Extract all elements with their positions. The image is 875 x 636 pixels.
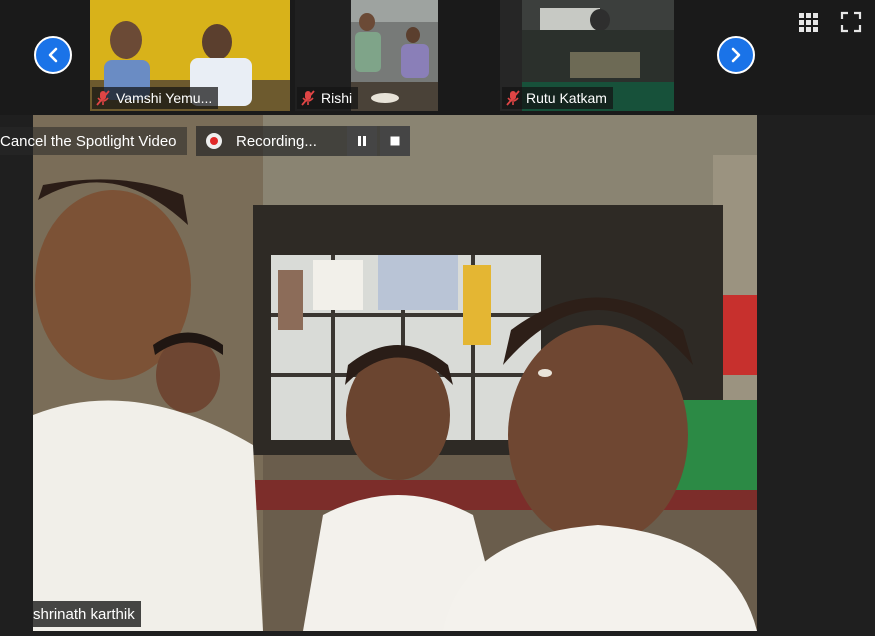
- pause-icon: [357, 136, 366, 146]
- participant-tile-3[interactable]: Rutu Katkam: [500, 0, 674, 111]
- recording-indicator: Recording...: [196, 126, 410, 156]
- participant-tile-1[interactable]: Vamshi Yemu...: [90, 0, 290, 111]
- mic-muted-icon: [96, 90, 110, 106]
- pause-recording-button[interactable]: [346, 126, 377, 156]
- speaker-name: shrinath karthik: [33, 605, 135, 623]
- participant-name-tag: Rutu Katkam: [502, 87, 613, 109]
- participant-name-tag: Vamshi Yemu...: [92, 87, 219, 109]
- participant-name: Rutu Katkam: [526, 90, 607, 106]
- next-page-button[interactable]: [717, 36, 755, 74]
- stop-recording-button[interactable]: [379, 126, 410, 156]
- participant-strip: Vamshi Yemu... Rishi Rutu Katkam: [0, 0, 875, 115]
- mic-muted-icon: [506, 90, 520, 106]
- grid-view-icon[interactable]: [797, 11, 819, 33]
- participant-name: Vamshi Yemu...: [116, 90, 213, 106]
- cancel-spotlight-button[interactable]: Cancel the Spotlight Video: [0, 127, 187, 155]
- recording-status: Recording...: [236, 132, 317, 150]
- previous-page-button[interactable]: [34, 36, 72, 74]
- speaker-name-tag: shrinath karthik: [33, 601, 141, 627]
- participant-name: Rishi: [321, 90, 353, 106]
- spotlight-video[interactable]: shrinath karthik: [33, 115, 757, 631]
- cancel-spotlight-label: Cancel the Spotlight Video: [0, 132, 177, 150]
- participant-tile-2[interactable]: Rishi: [295, 0, 438, 111]
- spotlight-video-frame: [33, 115, 757, 631]
- chevron-left-icon: [48, 47, 58, 63]
- recording-dot-icon: [206, 133, 222, 149]
- mic-muted-icon: [301, 90, 315, 106]
- stop-icon: [390, 136, 400, 146]
- participant-name-tag: Rishi: [297, 87, 359, 109]
- fullscreen-icon[interactable]: [840, 11, 862, 33]
- chevron-right-icon: [731, 47, 741, 63]
